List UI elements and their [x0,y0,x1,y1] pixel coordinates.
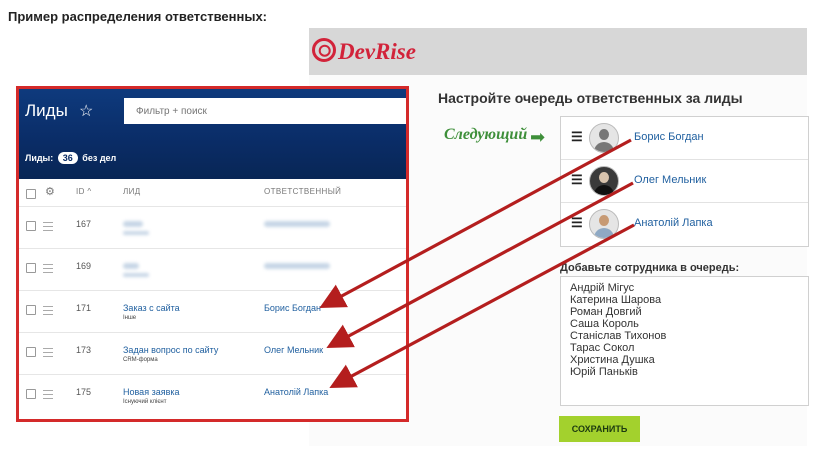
responsible-link[interactable]: Анатолій Лапка [264,387,328,397]
responsible-queue: ☰ Борис Богдан ☰ Олег Мельник ☰ Анатолій… [560,116,809,247]
page-heading: Пример распределения ответственных: [8,9,268,24]
blurred-lead-name [123,263,139,269]
star-icon[interactable]: ☆ [79,101,93,121]
next-label: Следующий [444,126,528,143]
user-photo-icon [589,166,619,196]
queue-title: Настройте очередь ответственных за лиды [438,90,743,106]
drag-handle-icon[interactable]: ☰ [571,172,583,188]
lead-counter-suffix: без дел [82,153,117,163]
logo-text: DevRise [338,39,416,64]
row-checkbox[interactable] [26,221,36,231]
employee-option[interactable]: Христина Душка [570,354,666,366]
user-placeholder-icon [589,123,619,153]
crm-leads-screenshot: Лиды ☆ Лиды: 36 без дел ⚙ ID ^ лид ответ… [16,86,409,422]
drag-handle-icon[interactable]: ☰ [571,215,583,231]
row-menu-icon[interactable] [43,222,53,231]
queue-item-name[interactable]: Олег Мельник [634,174,706,186]
row-menu-icon[interactable] [43,348,53,357]
row-checkbox[interactable] [26,389,36,399]
lead-id: 173 [76,345,92,355]
arrow-right-icon: ➡ [530,127,546,147]
employee-option[interactable]: Катерина Шарова [570,294,666,306]
row-checkbox[interactable] [26,347,36,357]
logo-mark-icon [307,33,341,67]
blurred-lead-name [123,221,143,227]
add-employee-label: Добавьте сотрудника в очередь: [560,262,740,274]
lead-source: Інше [123,315,137,321]
blurred-lead-source [123,273,149,277]
row-menu-icon[interactable] [43,306,53,315]
table-header: ⚙ ID ^ лид ответственный [19,182,406,206]
lead-name-link[interactable]: Задан вопрос по сайту [123,345,218,355]
table-row[interactable]: 173 Задан вопрос по сайту CRM-форма Олег… [19,332,406,375]
table-row[interactable]: 167 [19,206,406,249]
drag-handle-icon[interactable]: ☰ [571,129,583,145]
queue-item[interactable]: ☰ Олег Мельник [561,160,808,203]
lead-id: 175 [76,387,92,397]
blurred-responsible [264,221,330,227]
employee-option[interactable]: Тарас Сокол [570,342,666,354]
row-menu-icon[interactable] [43,390,53,399]
table-row[interactable]: 169 [19,248,406,291]
row-checkbox[interactable] [26,263,36,273]
lead-id: 167 [76,219,92,229]
queue-item-name[interactable]: Борис Богдан [634,131,704,143]
responsible-link[interactable]: Борис Богдан [264,303,321,313]
column-lead[interactable]: лид [123,187,141,196]
table-row[interactable]: 171 Заказ с сайта Інше Борис Богдан [19,290,406,333]
row-menu-icon[interactable] [43,264,53,273]
crm-header: Лиды ☆ Лиды: 36 без дел [19,89,406,179]
blurred-responsible [264,263,330,269]
column-responsible[interactable]: ответственный [264,187,341,196]
lead-count-badge[interactable]: 36 [57,152,78,164]
filter-search-input[interactable] [124,98,406,124]
column-id[interactable]: ID ^ [76,187,92,196]
table-row[interactable]: 175 Новая заявка Існуючий клієнт Анатолі… [19,374,406,417]
lead-id: 171 [76,303,92,313]
employee-select-list[interactable]: Андрій Мігус Катерина Шарова Роман Довги… [560,276,809,406]
lead-source: CRM-форма [123,357,158,363]
user-avatar-icon [589,209,619,239]
employee-option[interactable]: Роман Довгий [570,306,666,318]
row-checkbox[interactable] [26,305,36,315]
employee-list: Андрій Мігус Катерина Шарова Роман Довги… [570,282,666,378]
employee-option[interactable]: Станіслав Тихонов [570,330,666,342]
employee-option[interactable]: Саша Король [570,318,666,330]
crm-page-title: Лиды [25,101,68,120]
queue-item[interactable]: ☰ Анатолій Лапка [561,203,808,245]
lead-counter-label: Лиды: [25,153,54,163]
gear-icon[interactable]: ⚙ [45,185,55,198]
save-button[interactable]: СОХРАНИТЬ [559,416,640,442]
lead-name-link[interactable]: Заказ с сайта [123,303,180,313]
devrise-logo: DevRise [307,33,416,67]
lead-id: 169 [76,261,92,271]
blurred-lead-source [123,231,149,235]
employee-option[interactable]: Юрій Паньків [570,366,666,378]
lead-counter: Лиды: 36 без дел [25,152,116,164]
queue-item-name[interactable]: Анатолій Лапка [634,217,713,229]
employee-option[interactable]: Андрій Мігус [570,282,666,294]
lead-name-link[interactable]: Новая заявка [123,387,180,397]
queue-item[interactable]: ☰ Борис Богдан [561,117,808,160]
lead-source: Існуючий клієнт [123,399,167,405]
responsible-link[interactable]: Олег Мельник [264,345,323,355]
select-all-checkbox[interactable] [26,189,36,199]
